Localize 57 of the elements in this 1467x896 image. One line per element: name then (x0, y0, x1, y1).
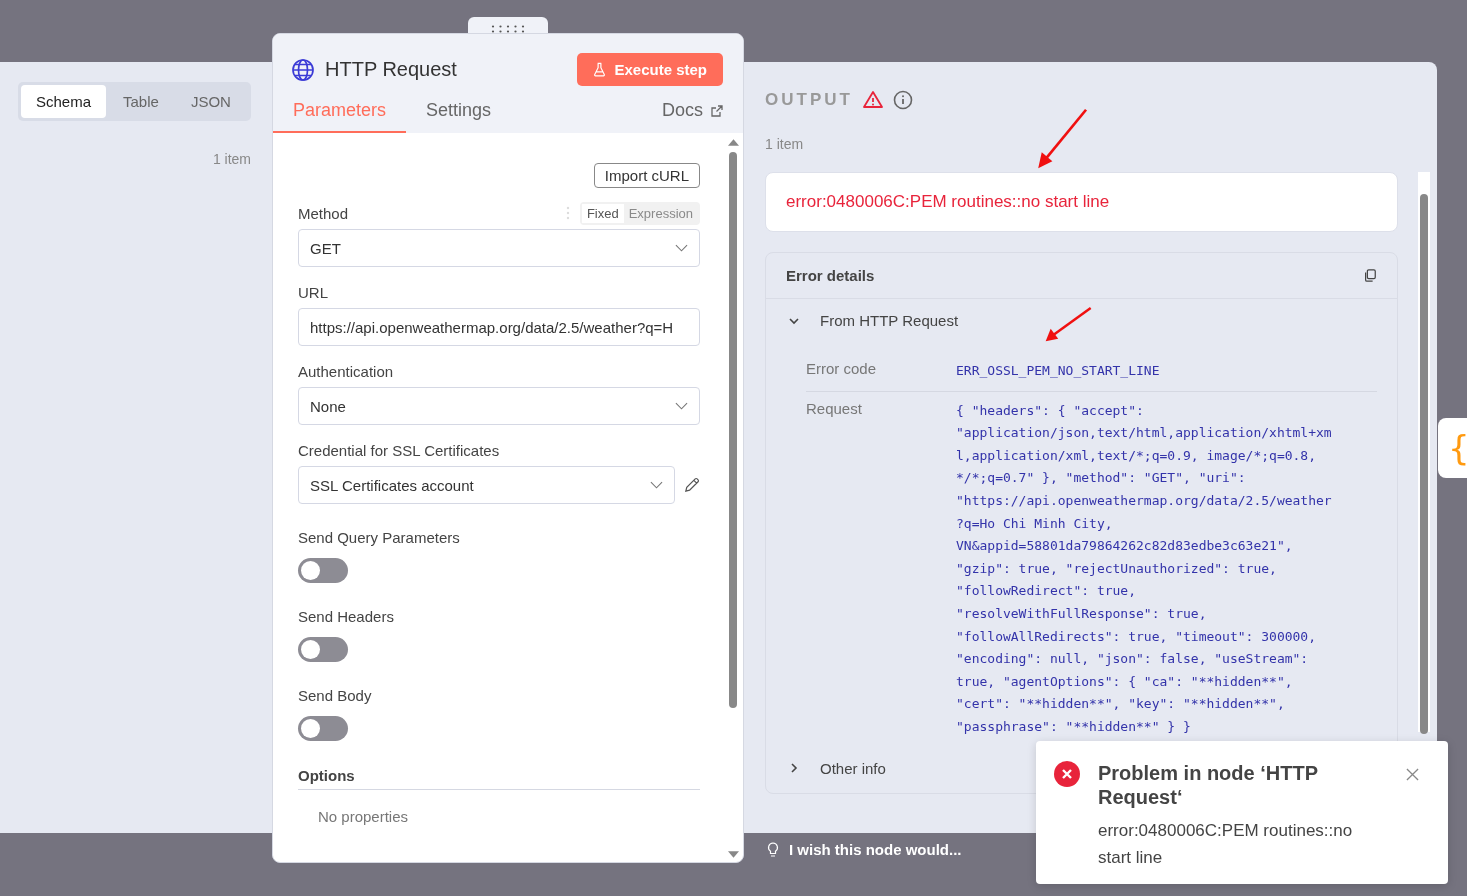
toggle-switch[interactable] (298, 558, 348, 583)
field-label: Send Headers (298, 607, 394, 625)
toggle-switch[interactable] (298, 716, 348, 741)
scrollbar[interactable] (1418, 172, 1430, 732)
item-count: 1 item (765, 136, 804, 152)
grip-icon[interactable] (491, 25, 525, 33)
detail-label: Request (806, 399, 863, 419)
other-info[interactable]: Other info (820, 759, 886, 777)
field-label: Credential for SSL Certificates (298, 441, 500, 459)
node-title: HTTP Request (325, 58, 458, 81)
select-field[interactable]: None (298, 387, 700, 425)
scroll-down-icon[interactable] (727, 851, 739, 858)
url-field[interactable]: https://api.openweathermap.org/data/2.5/weather?q=H (298, 308, 700, 346)
chevron-down-icon (675, 244, 688, 252)
scroll-up-icon[interactable] (727, 139, 739, 146)
lightbulb-icon (767, 841, 779, 858)
mode-option[interactable]: Fixed (581, 203, 624, 223)
chevron-down-icon (650, 481, 664, 489)
error-message: error:0480006C:PEM routines::no start line (765, 172, 1398, 232)
warning-icon (862, 90, 883, 110)
feedback-input[interactable]: I wish this node would... (789, 841, 962, 858)
field-label: Send Body (298, 686, 372, 704)
external-link-icon (711, 104, 723, 117)
chevron-down-icon (675, 402, 688, 410)
detail-value: { "headers": { "accept": "application/json,text/html,application/xhtml+xml,application/xml,text/*;q=0.9, image/*;q=0.8, */*;q=0.7" }, "method": "GET", "uri": "https://api.openweathermap.org/data/2.5/weather?q=Ho Chi Minh City, VN&appid=58801da79864262c82d83edbe3c63e21", "gzip": true, "rejectUnauthorized": true, "followRedirect": true, "resolveWithFullResponse": true, "followAllRedirects": true, "timeout": 300000, "encoding": null, "json": false, "useStream": true, "agentOptions": { "ca": "**hidden**", "cert": "**hidden**", "key": "**hidden**", "passphrase": "**hidden**" } } (956, 401, 1332, 736)
field-label: URL (298, 283, 328, 301)
drag-handle[interactable] (468, 17, 548, 33)
flask-icon (593, 62, 607, 77)
toggle-switch[interactable] (298, 637, 348, 662)
select-field[interactable]: GET (298, 229, 700, 267)
detail-value: ERR_OSSL_PEM_NO_START_LINE (956, 362, 1161, 380)
field-label: Authentication (298, 362, 394, 380)
output-title: OUTPUT (765, 90, 853, 110)
view-tab[interactable]: JSON (175, 85, 246, 118)
field-label: Method (298, 204, 349, 222)
detail-label: Error code (806, 360, 878, 379)
panel-tab[interactable]: Settings (406, 92, 512, 133)
details-title: Error details (786, 267, 875, 284)
globe-icon (291, 57, 315, 82)
field-label: Send Query Parameters (298, 528, 460, 546)
options-title: Options (298, 767, 355, 784)
credential-select[interactable]: SSL Certificates account (298, 466, 676, 504)
copy-icon[interactable] (1363, 268, 1377, 283)
docs-link[interactable]: Docs (662, 100, 723, 133)
pencil-icon[interactable] (683, 476, 700, 494)
toast-message: error:0480006C:PEM routines::no start line (1098, 820, 1354, 869)
info-icon[interactable] (892, 90, 913, 110)
import-curl-button[interactable]: Import cURL (593, 163, 700, 188)
toast-title: Problem in node ‘HTTP Request‘ (1098, 761, 1319, 809)
view-tab[interactable]: Schema (21, 85, 107, 118)
empty-message: No properties (318, 808, 409, 825)
close-icon[interactable] (1406, 768, 1419, 781)
item-count: 1 item (212, 151, 251, 167)
chevron-icon[interactable] (788, 762, 800, 774)
error-icon (1054, 761, 1080, 787)
view-tab[interactable]: Table (108, 85, 174, 118)
error-source[interactable]: From HTTP Request (820, 312, 959, 329)
